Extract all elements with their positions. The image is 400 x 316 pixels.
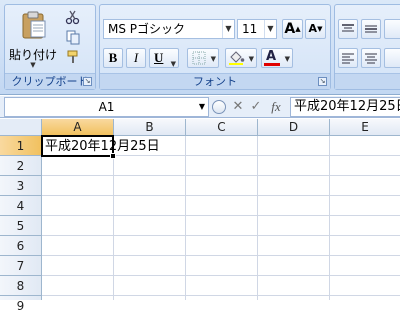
row-header-8[interactable]: 8 bbox=[0, 276, 42, 296]
active-cell-a1[interactable] bbox=[41, 135, 114, 157]
grow-font-button[interactable]: A▲ bbox=[282, 19, 303, 39]
chevron-down-icon: ▼ bbox=[284, 55, 290, 63]
chevron-down-icon: ▼ bbox=[170, 60, 176, 68]
borders-button[interactable]: ▼ bbox=[187, 48, 219, 68]
underline-label: U bbox=[154, 50, 164, 65]
ribbon: 貼り付け ▼ クリップボード ↘ MS Pゴシック ▼ 11 ▼ A▲ A▼ B… bbox=[0, 0, 400, 95]
worksheet-grid: A B C D E 1 2 3 4 5 6 7 8 9 平成20年12月25日 bbox=[0, 119, 400, 313]
row-header-2[interactable]: 2 bbox=[0, 156, 42, 176]
alignment-group-label bbox=[335, 73, 400, 89]
chevron-down-icon[interactable]: ▼ bbox=[264, 20, 276, 38]
row-header-5[interactable]: 5 bbox=[0, 216, 42, 236]
clipboard-group-label: クリップボード bbox=[5, 73, 95, 89]
copy-icon bbox=[66, 30, 80, 45]
enter-button[interactable]: ✓ bbox=[248, 99, 264, 115]
column-header-e[interactable]: E bbox=[330, 119, 400, 136]
formula-content: 平成20年12月25日 bbox=[294, 99, 400, 114]
row-header-4[interactable]: 4 bbox=[0, 196, 42, 216]
chevron-down-icon: ▼ bbox=[30, 61, 36, 69]
bold-button[interactable]: B bbox=[103, 48, 123, 68]
underline-button[interactable]: U ▼ bbox=[149, 48, 179, 68]
cell-area[interactable] bbox=[42, 136, 400, 300]
cut-button[interactable] bbox=[65, 9, 85, 27]
column-header-c[interactable]: C bbox=[186, 119, 258, 136]
paint-bucket-icon bbox=[229, 51, 245, 65]
align-middle-button[interactable] bbox=[361, 19, 381, 39]
select-all-button[interactable] bbox=[0, 119, 42, 136]
align-top-button[interactable] bbox=[338, 19, 358, 39]
row-header-9[interactable]: 9 bbox=[0, 296, 42, 313]
row-header-3[interactable]: 3 bbox=[0, 176, 42, 196]
row-header-7[interactable]: 7 bbox=[0, 256, 42, 276]
align-center-button[interactable] bbox=[361, 48, 381, 68]
name-box-value: A1 bbox=[98, 100, 115, 114]
chevron-down-icon: ▼ bbox=[210, 55, 216, 63]
align-left-button[interactable] bbox=[338, 48, 358, 68]
formula-bar: A1 ▼ ✕ ✓ fx 平成20年12月25日 bbox=[0, 96, 400, 118]
font-color-bar bbox=[264, 63, 280, 66]
font-color-button[interactable]: A ▼ bbox=[261, 48, 293, 68]
align-top-icon bbox=[342, 24, 354, 32]
caret-down-icon: ▼ bbox=[317, 25, 323, 33]
copy-button[interactable] bbox=[65, 29, 85, 47]
font-group-label: フォント bbox=[100, 73, 330, 89]
align-left-icon bbox=[342, 53, 354, 64]
fx-label: fx bbox=[271, 99, 281, 114]
scissors-icon bbox=[65, 10, 80, 25]
x-icon: ✕ bbox=[232, 99, 244, 114]
chevron-down-icon[interactable]: ▼ bbox=[222, 20, 234, 38]
column-header-b[interactable]: B bbox=[114, 119, 186, 136]
fill-handle[interactable] bbox=[110, 153, 116, 159]
row-header-1[interactable]: 1 bbox=[0, 136, 42, 156]
format-painter-button[interactable] bbox=[65, 49, 85, 67]
align-bottom-button[interactable] bbox=[384, 19, 400, 39]
name-box[interactable]: A1 ▼ bbox=[4, 97, 209, 117]
clipboard-launcher-button[interactable]: ↘ bbox=[83, 77, 92, 86]
formula-input[interactable]: 平成20年12月25日 bbox=[290, 97, 400, 117]
column-header-a[interactable]: A bbox=[42, 119, 114, 136]
brush-icon bbox=[67, 50, 78, 63]
font-group: MS Pゴシック ▼ 11 ▼ A▲ A▼ B I U ▼ ▼ ▼ A ▼ フォ… bbox=[99, 4, 331, 90]
font-name-value: MS Pゴシック bbox=[108, 22, 186, 36]
caret-up-icon: ▲ bbox=[295, 25, 301, 33]
column-header-d[interactable]: D bbox=[258, 119, 330, 136]
check-icon: ✓ bbox=[250, 99, 262, 114]
clipboard-group: 貼り付け ▼ クリップボード ↘ bbox=[4, 4, 96, 90]
alignment-group bbox=[334, 4, 400, 90]
cancel-button[interactable]: ✕ bbox=[230, 99, 246, 115]
insert-function-button[interactable]: fx bbox=[266, 99, 286, 115]
fill-color-button[interactable]: ▼ bbox=[225, 48, 257, 68]
align-center-icon bbox=[365, 53, 377, 64]
chevron-down-icon: ▼ bbox=[248, 55, 254, 63]
row-header-6[interactable]: 6 bbox=[0, 236, 42, 256]
align-middle-icon bbox=[365, 25, 377, 33]
font-color-label: A bbox=[266, 49, 277, 64]
shrink-font-button[interactable]: A▼ bbox=[305, 19, 326, 39]
font-launcher-button[interactable]: ↘ bbox=[318, 77, 327, 86]
italic-button[interactable]: I bbox=[126, 48, 146, 68]
splitter-handle[interactable] bbox=[212, 100, 226, 114]
font-name-combo[interactable]: MS Pゴシック ▼ bbox=[103, 19, 235, 39]
font-size-combo[interactable]: 11 ▼ bbox=[237, 19, 277, 39]
chevron-down-icon[interactable]: ▼ bbox=[196, 98, 208, 116]
shrink-font-label: A bbox=[308, 22, 318, 35]
grow-font-label: A bbox=[284, 21, 296, 37]
borders-icon bbox=[192, 51, 206, 65]
font-size-value: 11 bbox=[242, 22, 258, 36]
paste-button[interactable]: 貼り付け ▼ bbox=[7, 7, 59, 69]
clipboard-icon bbox=[22, 11, 46, 39]
align-right-button[interactable] bbox=[384, 48, 400, 68]
